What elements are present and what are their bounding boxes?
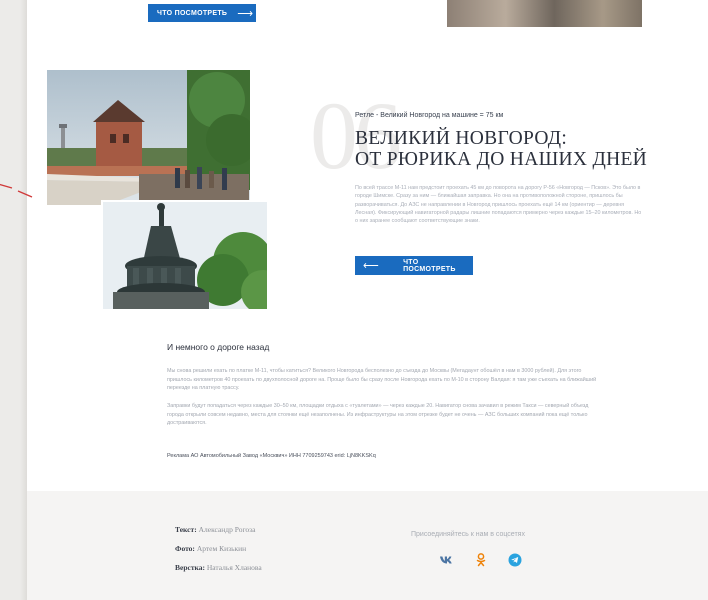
section-title-line1: ВЕЛИКИЙ НОВГОРОД: xyxy=(355,128,568,149)
road-back-paragraph-2: Заправки будут попадаться через каждые 3… xyxy=(167,403,589,426)
credit-photo-name: Артем Кизькин xyxy=(196,544,247,553)
section-see-button-label: что посмотреть xyxy=(403,258,456,273)
arrow-right-icon: ⟶ xyxy=(237,7,254,20)
millennium-monument-image xyxy=(103,202,267,309)
section-title: ВЕЛИКИЙ НОВГОРОД: ОТ РЮРИКА ДО НАШИХ ДНЕ… xyxy=(355,128,685,170)
road-back-heading: И немного о дороге назад xyxy=(167,342,270,352)
vk-icon xyxy=(440,556,452,564)
route-line: Ретле - Великий Новгород на машине = 75 … xyxy=(355,112,504,119)
annotation-dash-line xyxy=(0,183,33,198)
top-see-button-label: что посмотреть xyxy=(157,9,228,17)
credit-photo-role: Фото: xyxy=(175,544,195,553)
telegram-icon xyxy=(508,553,522,567)
telegram-link[interactable] xyxy=(508,553,522,567)
credit-layout-name: Наталья Хланова xyxy=(206,563,262,572)
credit-text: Текст: Александр Рогоза xyxy=(175,525,255,534)
credit-photo: Фото: Артем Кизькин xyxy=(175,544,246,553)
credit-layout: Верстка: Наталья Хланова xyxy=(175,563,262,572)
social-join-text: Присоединяйтесь к нам в соцсетях xyxy=(411,531,525,538)
ad-disclaimer: Реклама АО Автомобильный Завод «Москвич»… xyxy=(167,453,376,459)
top-see-button[interactable]: что посмотреть ⟶ xyxy=(148,4,256,22)
article-page: что посмотреть ⟶ xyxy=(27,0,708,600)
odnoklassniki-icon xyxy=(476,553,486,567)
vk-link[interactable] xyxy=(439,553,453,567)
section-see-button[interactable]: ⟵ что посмотреть xyxy=(355,256,473,275)
kremlin-tower-photo xyxy=(47,70,250,205)
footer xyxy=(27,491,708,600)
top-photo xyxy=(447,0,642,27)
road-back-paragraph-1: Мы снова решили ехать по платке М-11, чт… xyxy=(167,368,597,391)
odnoklassniki-link[interactable] xyxy=(474,553,488,567)
section-description: По всей трассе М-11 нам предстоит проеха… xyxy=(355,185,642,225)
section-title-line2: ОТ РЮРИКА ДО НАШИХ ДНЕЙ xyxy=(355,149,648,170)
arrow-left-icon: ⟵ xyxy=(363,260,380,272)
credit-text-name: Александр Рогоза xyxy=(198,525,256,534)
credit-text-role: Текст: xyxy=(175,525,197,534)
monument-photo xyxy=(101,200,269,311)
credit-layout-role: Верстка: xyxy=(175,563,205,572)
kremlin-tower-image xyxy=(47,70,250,205)
